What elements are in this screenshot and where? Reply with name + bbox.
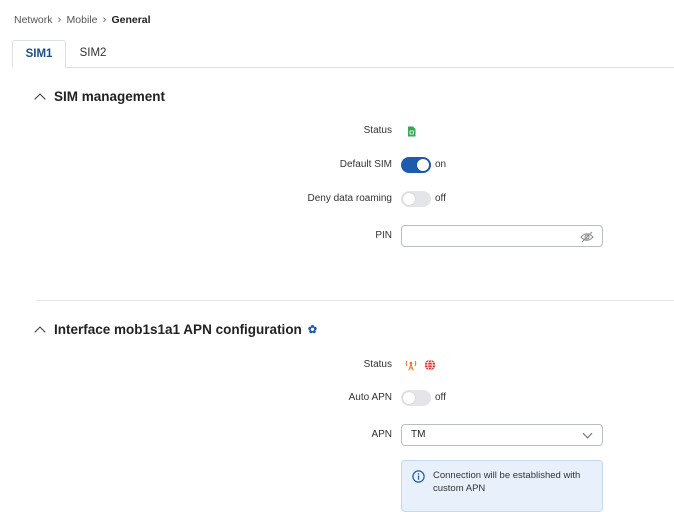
- apn-selected-value: TM: [411, 429, 426, 440]
- deny-roaming-label: Deny data roaming: [307, 193, 393, 204]
- apn-config-header[interactable]: Interface mob1s1a1 APN configuration ✿: [34, 322, 317, 338]
- auto-apn-state: off: [435, 392, 446, 403]
- tabs-divider: [66, 67, 674, 68]
- section-divider: [36, 300, 674, 301]
- default-sim-state: on: [435, 159, 447, 170]
- section-title: Interface mob1s1a1 APN configuration: [54, 322, 302, 337]
- pin-label: PIN: [375, 230, 392, 241]
- chevron-right-icon: ›: [57, 14, 62, 26]
- chevron-up-icon: [34, 325, 46, 338]
- chevron-up-icon: [34, 92, 46, 105]
- deny-roaming-state: off: [435, 193, 446, 204]
- globe-icon: [424, 358, 436, 376]
- sim-card-icon: [407, 124, 416, 142]
- pin-input[interactable]: [402, 226, 588, 247]
- tab-sim2[interactable]: SIM2: [68, 40, 118, 68]
- info-icon: [412, 470, 425, 488]
- signal-tower-icon: [405, 358, 417, 376]
- apn-select[interactable]: TM: [401, 424, 603, 446]
- toggle-knob: [403, 193, 415, 205]
- breadcrumb-general: General: [111, 14, 151, 26]
- info-text: Connection will be established with cust…: [433, 470, 581, 494]
- default-sim-label: Default SIM: [339, 159, 392, 170]
- breadcrumb: Network › Mobile › General: [14, 14, 151, 26]
- deny-roaming-toggle[interactable]: [401, 191, 431, 207]
- section-title: SIM management: [54, 89, 166, 104]
- info-box: Connection will be established with cust…: [401, 460, 603, 512]
- sim-tabs: SIM1 SIM2: [0, 40, 674, 68]
- pin-field: [401, 225, 603, 247]
- status-label: Status: [363, 359, 392, 370]
- status-label: Status: [363, 125, 392, 136]
- gear-icon[interactable]: ✿: [308, 323, 317, 336]
- chevron-down-icon: [582, 428, 593, 439]
- chevron-right-icon: ›: [102, 14, 107, 26]
- apn-label: APN: [371, 429, 392, 440]
- auto-apn-toggle[interactable]: [401, 390, 431, 406]
- breadcrumb-mobile[interactable]: Mobile: [67, 14, 98, 26]
- sim-management-header[interactable]: SIM management: [34, 89, 166, 105]
- auto-apn-label: Auto APN: [348, 392, 392, 403]
- tab-sim1[interactable]: SIM1: [12, 40, 66, 68]
- default-sim-toggle[interactable]: [401, 157, 431, 173]
- breadcrumb-network[interactable]: Network: [14, 14, 53, 26]
- toggle-knob: [403, 392, 415, 404]
- toggle-knob: [417, 159, 429, 171]
- eye-slash-icon[interactable]: [580, 230, 594, 248]
